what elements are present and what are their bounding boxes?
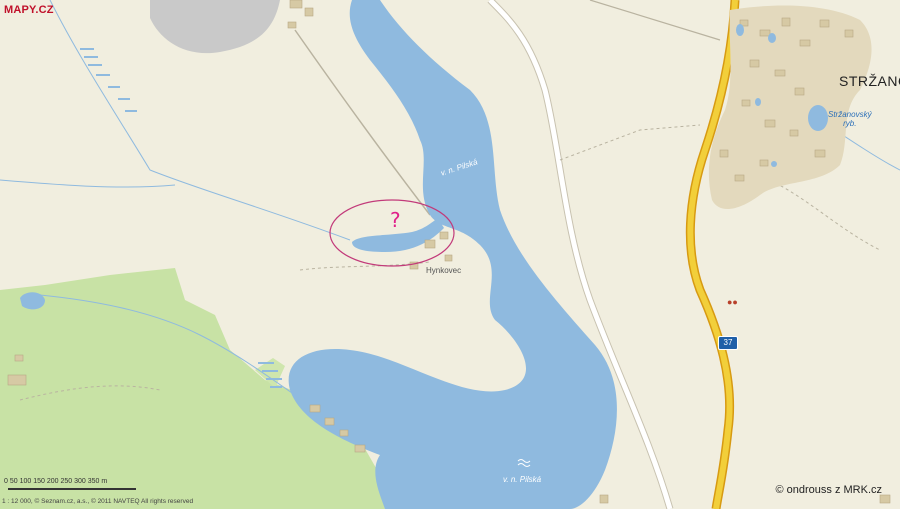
pond-small-1 xyxy=(736,24,744,36)
reservoir-label-lower: v. n. Pilská xyxy=(503,475,542,484)
attribution-text: © ondrouss z MRK.cz xyxy=(775,484,882,496)
pond-label-line-2: ryb. xyxy=(843,119,857,128)
footprints-icon[interactable]: ●● xyxy=(727,297,738,307)
pond-small-2 xyxy=(768,33,776,43)
road-shield-37: 37 xyxy=(718,336,738,350)
scale-ticks: 0 50 100 150 200 250 300 350 m xyxy=(4,478,108,485)
hamlet-label-hynkovec: Hynkovec xyxy=(426,266,462,275)
pond-small-4 xyxy=(771,161,777,167)
map-canvas[interactable]: MAPY.CZ v. n. Pilská v. n. Pilská STRŽAN… xyxy=(0,0,900,509)
map-copyright: 1 : 12 000, © Seznam.cz, a.s., © 2011 NA… xyxy=(2,498,194,505)
town-label-strzanov: STRŽANO xyxy=(839,73,900,89)
pond-small-3 xyxy=(755,98,761,106)
mapy-cz-logo[interactable]: MAPY.CZ xyxy=(4,4,54,16)
scale-line xyxy=(8,488,136,490)
map-base-layer xyxy=(0,0,900,509)
pond-strzanov xyxy=(808,105,828,131)
pond-label-line-1: Stržanovský xyxy=(828,110,872,119)
pond-label-strzanovsky: Stržanovský ryb. xyxy=(828,110,872,128)
question-mark: ? xyxy=(390,208,401,232)
